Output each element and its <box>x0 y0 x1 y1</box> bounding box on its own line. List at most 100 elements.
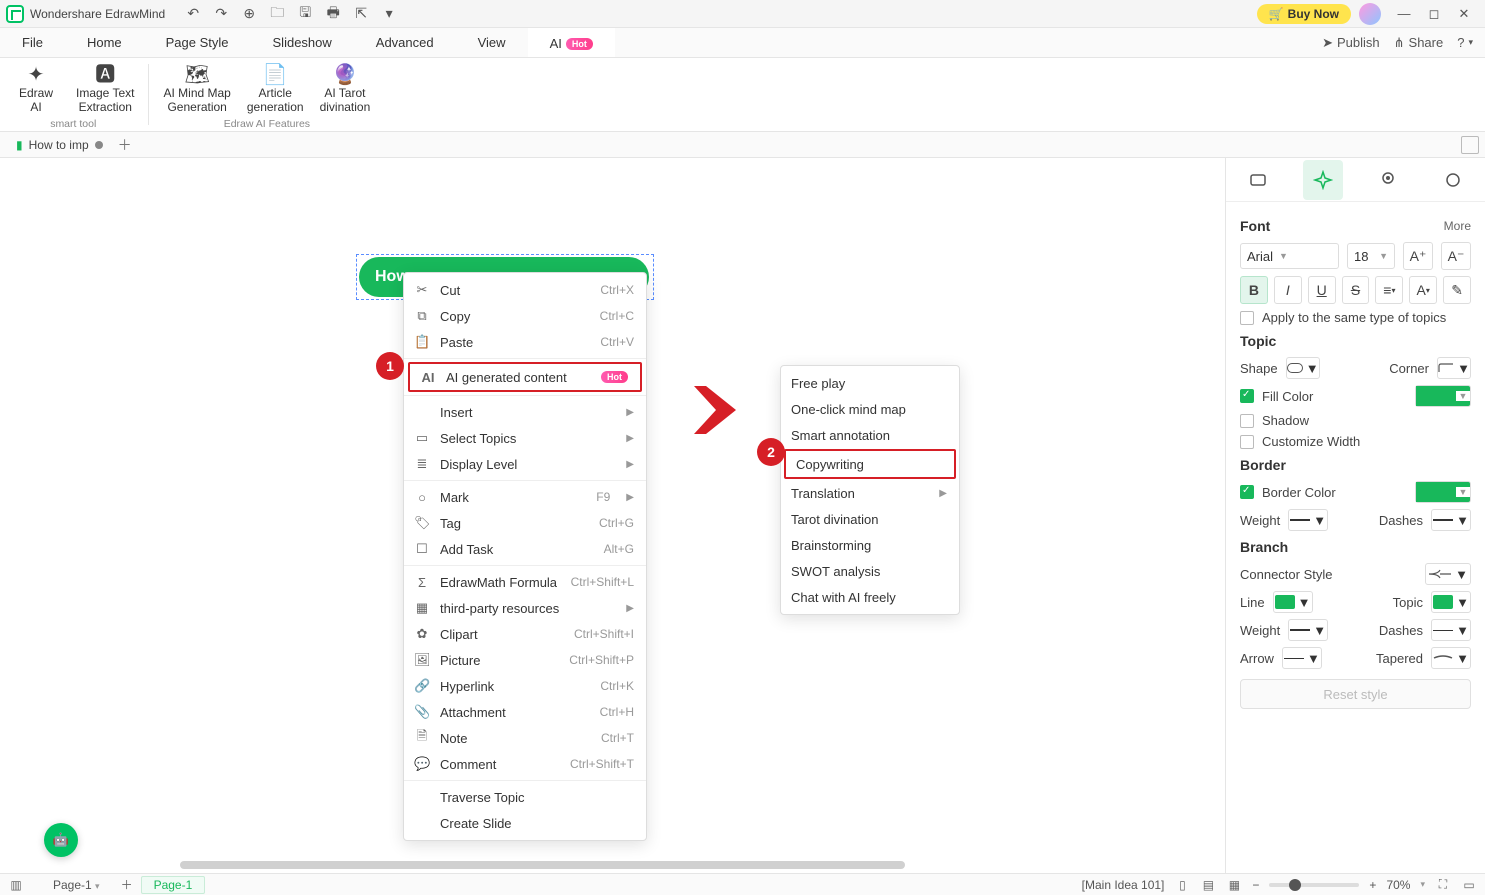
underline-button[interactable]: U <box>1308 276 1336 304</box>
ctx-paste[interactable]: 📋PasteCtrl+V <box>404 329 646 355</box>
ctx-third-party[interactable]: ▦third-party resources▶ <box>404 595 646 621</box>
outline-view-button[interactable]: ▥ <box>8 877 24 893</box>
font-increase-button[interactable]: A⁺ <box>1403 242 1433 270</box>
ctx-mark[interactable]: ○MarkF9▶ <box>404 484 646 510</box>
ctx-copy[interactable]: ⧉CopyCtrl+C <box>404 303 646 329</box>
panel-toggle-button[interactable] <box>1461 136 1479 154</box>
view-mode-2-button[interactable]: ▤ <box>1200 877 1216 893</box>
ribbon-image-text-extraction[interactable]: 🅰Image Text Extraction <box>72 62 138 117</box>
branch-topic-color-select[interactable]: ▼ <box>1431 591 1471 613</box>
save-button[interactable]: 🖫 <box>293 2 317 26</box>
chat-assistant-button[interactable]: 🤖 <box>44 823 78 857</box>
window-maximize-button[interactable]: ◻ <box>1419 2 1449 26</box>
zoom-value[interactable]: 70% <box>1386 878 1410 892</box>
menu-page-style[interactable]: Page Style <box>144 28 251 57</box>
view-mode-3-button[interactable]: ▦ <box>1226 877 1242 893</box>
font-color-button[interactable]: A▾ <box>1409 276 1437 304</box>
italic-button[interactable]: I <box>1274 276 1302 304</box>
sub-translation[interactable]: Translation▶ <box>781 480 959 506</box>
export-button[interactable]: ⇱ <box>349 2 373 26</box>
reset-style-button[interactable]: Reset style <box>1240 679 1471 709</box>
shape-select[interactable]: ▼ <box>1286 357 1320 379</box>
ctx-tag[interactable]: 🏷TagCtrl+G <box>404 510 646 536</box>
add-tab-button[interactable]: ＋ <box>113 133 137 157</box>
align-button[interactable]: ≡▾ <box>1375 276 1403 304</box>
page-tab-2[interactable]: Page-1 <box>141 876 206 894</box>
border-dashes-select[interactable]: ▼ <box>1431 509 1471 531</box>
ribbon-edraw-ai[interactable]: ✦Edraw AI <box>8 62 64 117</box>
font-family-select[interactable]: Arial▼ <box>1240 243 1339 269</box>
rp-tab-theme[interactable] <box>1368 160 1408 200</box>
menu-ai[interactable]: AI Hot <box>528 28 615 57</box>
fit-page-button[interactable]: ▭ <box>1461 877 1477 893</box>
fill-color-select[interactable]: ▼ <box>1415 385 1471 407</box>
menu-file[interactable]: File <box>0 28 65 57</box>
qat-more-button[interactable]: ▾ <box>377 2 401 26</box>
sub-brainstorming[interactable]: Brainstorming <box>781 532 959 558</box>
highlight-button[interactable]: ✎ <box>1443 276 1471 304</box>
menu-advanced[interactable]: Advanced <box>354 28 456 57</box>
sub-swot[interactable]: SWOT analysis <box>781 558 959 584</box>
ctx-clipart[interactable]: ✿ClipartCtrl+Shift+I <box>404 621 646 647</box>
publish-button[interactable]: ➤Publish <box>1322 35 1380 51</box>
ribbon-article-generation[interactable]: 📄Article generation <box>243 62 308 117</box>
sub-smart-annotation[interactable]: Smart annotation <box>781 422 959 448</box>
print-button[interactable]: 🖶 <box>321 2 345 26</box>
open-file-button[interactable]: 🗀 <box>265 2 289 26</box>
apply-same-type-checkbox[interactable] <box>1240 311 1254 325</box>
sub-copywriting[interactable]: Copywriting <box>784 449 956 479</box>
connector-style-select[interactable]: ▼ <box>1425 563 1471 585</box>
ribbon-ai-mindmap[interactable]: 🗺AI Mind Map Generation <box>159 62 234 117</box>
font-size-select[interactable]: 18▼ <box>1347 243 1395 269</box>
ctx-display-level[interactable]: ≣Display Level▶ <box>404 451 646 477</box>
branch-line-color-select[interactable]: ▼ <box>1273 591 1313 613</box>
branch-arrow-select[interactable]: ▼ <box>1282 647 1322 669</box>
sub-free-play[interactable]: Free play <box>781 370 959 396</box>
corner-select[interactable]: ▼ <box>1437 357 1471 379</box>
menu-slideshow[interactable]: Slideshow <box>251 28 354 57</box>
ctx-create-slide[interactable]: Create Slide <box>404 810 646 836</box>
sub-tarot[interactable]: Tarot divination <box>781 506 959 532</box>
strikethrough-button[interactable]: S <box>1342 276 1370 304</box>
ctx-hyperlink[interactable]: 🔗HyperlinkCtrl+K <box>404 673 646 699</box>
bold-button[interactable]: B <box>1240 276 1268 304</box>
ctx-add-task[interactable]: ☐Add TaskAlt+G <box>404 536 646 562</box>
horizontal-scrollbar[interactable] <box>180 861 1215 871</box>
avatar[interactable] <box>1359 3 1381 25</box>
ctx-cut[interactable]: ✂CutCtrl+X <box>404 277 646 303</box>
branch-tapered-select[interactable]: ▼ <box>1431 647 1471 669</box>
branch-dashes-select[interactable]: ▼ <box>1431 619 1471 641</box>
ribbon-tarot[interactable]: 🔮AI Tarot divination <box>316 62 375 117</box>
new-file-button[interactable]: ⊕ <box>237 2 261 26</box>
sub-chat-ai[interactable]: Chat with AI freely <box>781 584 959 610</box>
canvas[interactable]: How 1 2 ✂CutCtrl+X ⧉CopyCtrl+C 📋PasteCtr… <box>0 158 1225 873</box>
rp-tab-style[interactable] <box>1303 160 1343 200</box>
menu-view[interactable]: View <box>456 28 528 57</box>
help-button[interactable]: ?▾ <box>1457 35 1473 50</box>
fullscreen-button[interactable]: ⛶ <box>1435 877 1451 893</box>
window-close-button[interactable]: ✕ <box>1449 2 1479 26</box>
border-color-checkbox[interactable] <box>1240 485 1254 499</box>
menu-home[interactable]: Home <box>65 28 144 57</box>
zoom-slider[interactable] <box>1269 883 1359 887</box>
zoom-in-button[interactable]: + <box>1369 878 1376 892</box>
sub-one-click-mind-map[interactable]: One-click mind map <box>781 396 959 422</box>
border-color-select[interactable]: ▼ <box>1415 481 1471 503</box>
window-minimize-button[interactable]: — <box>1389 2 1419 26</box>
rp-tab-layout[interactable] <box>1238 160 1278 200</box>
font-decrease-button[interactable]: A⁻ <box>1441 242 1471 270</box>
view-mode-1-button[interactable]: ▯ <box>1174 877 1190 893</box>
ctx-traverse-topic[interactable]: Traverse Topic <box>404 784 646 810</box>
zoom-out-button[interactable]: − <box>1252 878 1259 892</box>
border-weight-select[interactable]: ▼ <box>1288 509 1328 531</box>
ctx-attachment[interactable]: 📎AttachmentCtrl+H <box>404 699 646 725</box>
ctx-insert[interactable]: Insert▶ <box>404 399 646 425</box>
ctx-picture[interactable]: 🖼PictureCtrl+Shift+P <box>404 647 646 673</box>
shadow-checkbox[interactable] <box>1240 414 1254 428</box>
add-page-button[interactable]: ＋ <box>119 877 135 893</box>
buy-now-button[interactable]: 🛒Buy Now <box>1257 4 1351 24</box>
ctx-edrawmath[interactable]: ΣEdrawMath FormulaCtrl+Shift+L <box>404 569 646 595</box>
document-tab[interactable]: ▮ How to imp <box>6 138 113 152</box>
font-more-link[interactable]: More <box>1444 219 1471 233</box>
share-button[interactable]: ⋔Share <box>1394 35 1444 51</box>
